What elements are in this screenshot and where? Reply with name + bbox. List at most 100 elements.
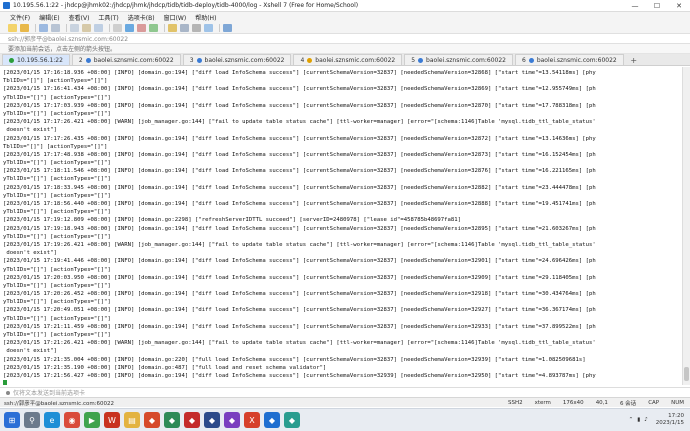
help-icon[interactable] [223, 23, 232, 32]
terminal-line: [2023/01/15 17:18:56.440 +08:00] [INFO] … [3, 201, 596, 207]
status-caps: CAP [648, 399, 660, 406]
tab-label: baolei.sznsmic.com:60022 [315, 56, 396, 64]
copy-icon[interactable] [70, 23, 79, 32]
app-icon[interactable]: ◆ [184, 412, 200, 428]
terminal-line: yTblIDs="[]"] [actionTypes="[]"] [3, 315, 111, 322]
volume-icon[interactable]: ♪ [644, 417, 648, 423]
paste-icon[interactable] [82, 23, 91, 32]
terminal-line: [2023/01/15 17:16:41.434 +08:00] [INFO] … [3, 86, 596, 93]
terminal-line: [2023/01/15 17:18:33.945 +08:00] [INFO] … [3, 184, 596, 191]
keyboard-icon[interactable] [192, 23, 201, 32]
compose-bar[interactable]: 仅将文本发送到当前选项卡 [0, 387, 690, 397]
terminal-line: [2023/01/15 17:20:26.452 +08:00] [INFO] … [3, 291, 596, 298]
address-bar[interactable]: ssh://郭彦平@baolei.sznsmic.com:60022 [0, 34, 690, 44]
lock-icon[interactable] [168, 23, 177, 32]
title-bar: 10.195.56.1:22 - jhdcp@jhmk02:/jhdcp/jhm… [0, 0, 690, 12]
tab-session-5[interactable]: 5 baolei.sznsmic.com:60022 [404, 54, 513, 65]
tab-number: 6 [521, 56, 526, 64]
media-icon[interactable]: ▶ [84, 412, 100, 428]
session-status-icon [85, 57, 91, 63]
terminal-line: [2023/01/15 17:17:48.938 +08:00] [INFO] … [3, 151, 596, 158]
disconnect-icon[interactable] [51, 23, 60, 32]
menu-help[interactable]: 帮助(H) [195, 13, 216, 22]
tab-label: baolei.sznsmic.com:60022 [536, 56, 617, 64]
status-num: NUM [671, 399, 684, 406]
terminal-line: TblIDs="[]"] [actionTypes="[]"] [3, 143, 108, 150]
status-bar: ssh://郭彦平@baolei.sznsmic.com:60022 SSH2 … [0, 397, 690, 407]
taskbar-clock[interactable]: 17:20 2023/1/15 [656, 413, 684, 427]
app-icon[interactable]: ◆ [284, 412, 300, 428]
maximize-button[interactable]: ☐ [646, 0, 668, 12]
globe-icon[interactable] [125, 23, 134, 32]
session-tabs: 10.195.56.1:22 2 baolei.sznsmic.com:6002… [0, 54, 690, 66]
tab-session-3[interactable]: 3 baolei.sznsmic.com:60022 [182, 54, 292, 65]
compose-menu-icon[interactable] [6, 390, 10, 395]
status-terminal-type: xterm [534, 399, 551, 406]
office-icon[interactable]: W [104, 412, 120, 428]
app-icon[interactable]: ◆ [264, 412, 280, 428]
tab-session-1[interactable]: 10.195.56.1:22 [2, 54, 70, 65]
terminal-line [3, 380, 682, 385]
toolbar-divider [164, 23, 165, 32]
close-button[interactable]: ✕ [668, 0, 690, 12]
search-icon[interactable]: ⚲ [24, 412, 40, 428]
app-icon[interactable]: ◆ [164, 412, 180, 428]
app-icon[interactable]: ◆ [204, 412, 220, 428]
tab-session-2[interactable]: 2 baolei.sznsmic.com:60022 [71, 54, 181, 65]
reconnect-icon[interactable] [39, 23, 48, 32]
color-scheme-icon[interactable] [149, 23, 158, 32]
terminal-line: yTblIDs="[]"] [actionTypes="[]"] [3, 110, 111, 117]
chevron-up-icon[interactable]: ⌃ [629, 417, 634, 423]
chrome-icon[interactable]: ◉ [64, 412, 80, 428]
menu-tabs[interactable]: 选项卡(B) [128, 13, 155, 22]
scrollbar-thumb[interactable] [684, 367, 689, 381]
windows-start-icon[interactable]: ⊞ [4, 412, 20, 428]
status-session-count: 6 会话 [619, 400, 637, 407]
find-icon[interactable] [94, 23, 103, 32]
xshell-taskbar-icon[interactable]: X [244, 412, 260, 428]
terminal-line: [2023/01/15 17:21:26.421 +08:00] [WARN] … [3, 340, 596, 347]
terminal-line: [2023/01/15 17:18:11.546 +08:00] [INFO] … [3, 168, 596, 175]
address-text: ssh://郭彦平@baolei.sznsmic.com:60022 [8, 36, 129, 43]
folder-icon[interactable]: ▤ [124, 412, 140, 428]
menu-edit[interactable]: 编辑(E) [39, 13, 59, 22]
terminal-line: doesn't exist"] [3, 348, 57, 355]
terminal-output[interactable]: [2023/01/15 17:16:18.936 +08:00] [INFO] … [0, 67, 682, 385]
fullscreen-icon[interactable] [180, 23, 189, 32]
tab-number: 5 [411, 56, 416, 64]
terminal-line: [2023/01/15 17:21:56.427 +08:00] [INFO] … [3, 372, 596, 379]
terminal-line: [2023/01/15 17:21:35.190 +08:00] [INFO] … [3, 364, 327, 371]
browser-icon[interactable]: e [44, 412, 60, 428]
clock-time: 17:20 [668, 413, 684, 419]
menu-window[interactable]: 窗口(W) [164, 13, 187, 22]
terminal-scrollbar[interactable] [682, 67, 690, 385]
tab-session-4[interactable]: 4 baolei.sznsmic.com:60022 [293, 54, 403, 65]
tab-session-6[interactable]: 6 baolei.sznsmic.com:60022 [514, 54, 624, 65]
toolbar-divider [109, 23, 110, 32]
print-icon[interactable] [113, 23, 122, 32]
add-tab-button[interactable]: + [629, 55, 639, 65]
app-icon[interactable]: ◆ [144, 412, 160, 428]
new-session-icon[interactable] [8, 23, 17, 32]
compose-placeholder: 仅将文本发送到当前选项卡 [13, 390, 86, 397]
menu-view[interactable]: 查看(V) [69, 13, 90, 22]
menu-file[interactable]: 文件(F) [10, 13, 30, 22]
toolbar-divider [35, 23, 36, 32]
compose-icon[interactable] [204, 23, 213, 32]
app-icon[interactable]: ◆ [224, 412, 240, 428]
terminal-line: TblIDs="[]"] [actionTypes="[]"] [3, 78, 108, 85]
terminal-line: yTblIDs="[]"] [actionTypes="[]"] [3, 209, 111, 216]
font-icon[interactable] [137, 23, 146, 32]
window-title: 10.195.56.1:22 - jhdcp@jhmk02:/jhdcp/jhm… [13, 2, 359, 9]
session-status-icon [528, 57, 534, 63]
terminal-line: yTblIDs="[]"] [actionTypes="[]"] [3, 176, 111, 183]
menu-tools[interactable]: 工具(T) [98, 13, 118, 22]
open-folder-icon[interactable] [20, 23, 29, 32]
session-status-icon [418, 57, 424, 63]
terminal-line: [2023/01/15 17:19:12.809 +08:00] [INFO] … [3, 217, 462, 224]
terminal-line: yTblIDs="[]"] [actionTypes="[]"] [3, 266, 111, 273]
network-icon[interactable]: ▮ [637, 417, 640, 423]
minimize-button[interactable]: — [624, 0, 646, 12]
status-connection: ssh://郭彦平@baolei.sznsmic.com:60022 [4, 400, 115, 407]
session-hint-bar: 要添加当前会话，点击左侧的箭头按钮。 [0, 44, 690, 54]
